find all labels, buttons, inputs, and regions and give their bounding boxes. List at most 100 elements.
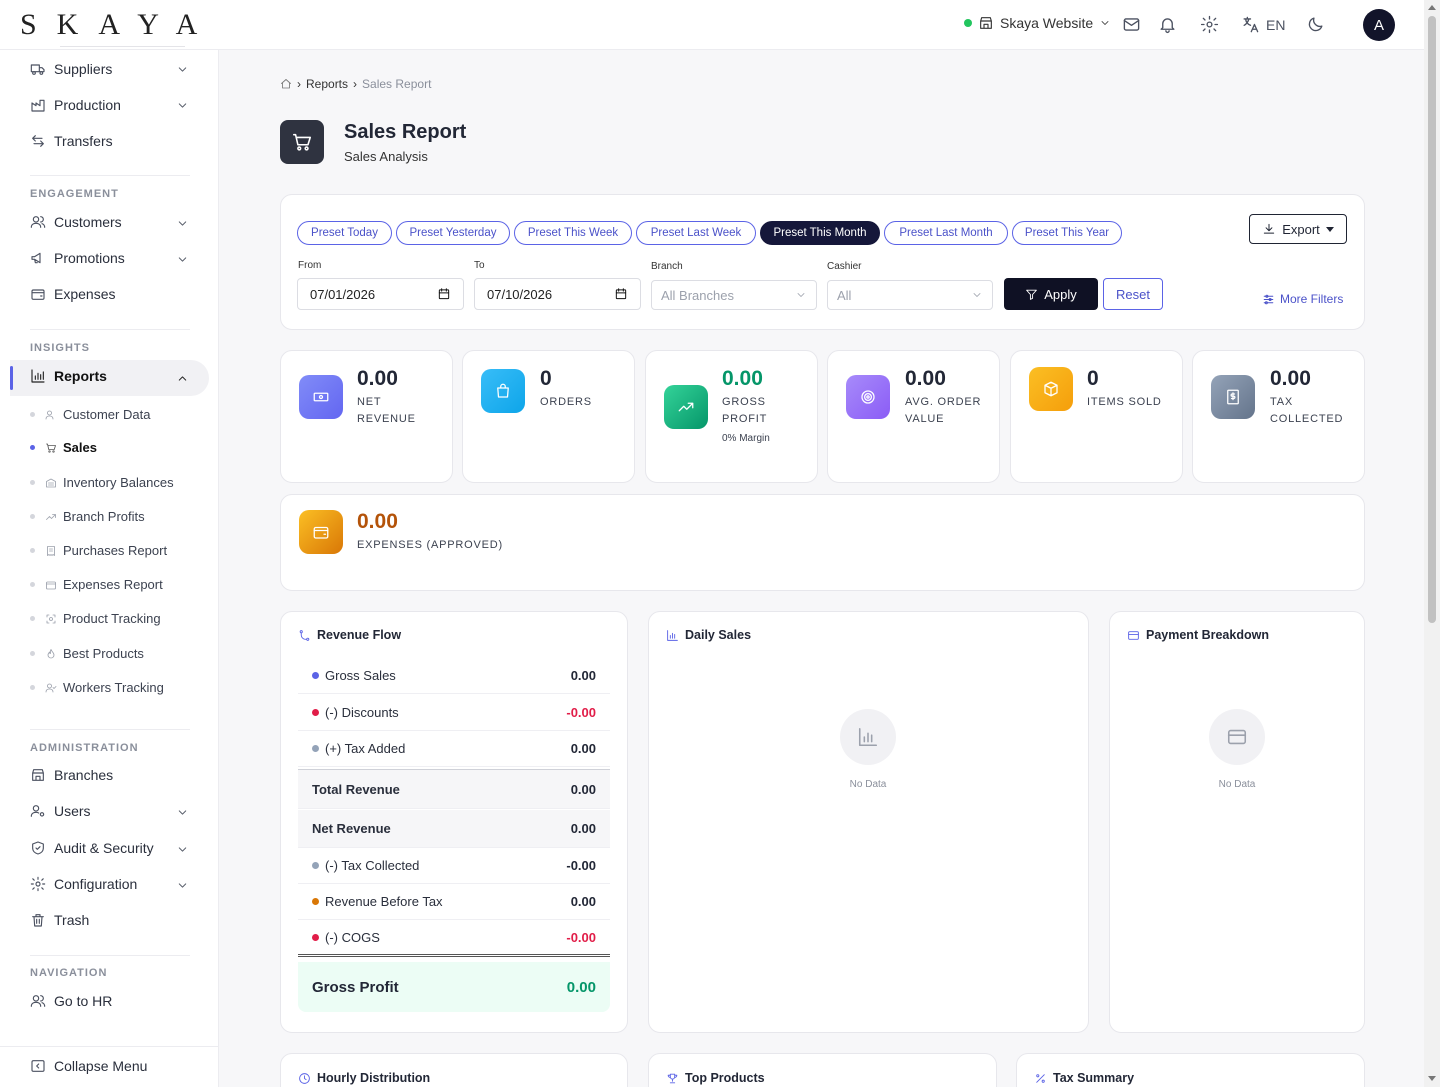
revenue-flow-title: Revenue Flow (298, 628, 401, 642)
sidebar-item-promotions[interactable]: Promotions (30, 250, 125, 266)
export-button[interactable]: Export (1249, 214, 1347, 244)
bell-icon[interactable] (1158, 15, 1177, 34)
sidebar-item-customers[interactable]: Customers (30, 214, 122, 230)
mail-icon[interactable] (1122, 15, 1141, 34)
chevron-down-icon[interactable] (176, 879, 189, 892)
sidebar-sub-expenses-report[interactable]: Expenses Report (30, 577, 163, 592)
store-icon (980, 17, 992, 29)
to-date-input[interactable]: 07/10/2026 (474, 278, 641, 310)
chevron-down-icon[interactable] (176, 99, 189, 112)
more-filters-link[interactable]: More Filters (1262, 292, 1343, 306)
sidebar-sub-customer-data[interactable]: Customer Data (30, 407, 150, 422)
wallet-icon (46, 581, 56, 589)
users-icon (45, 410, 54, 419)
sidebar-sub-best-products[interactable]: Best Products (30, 646, 144, 661)
preset-last-week-button[interactable]: Preset Last Week (636, 221, 756, 245)
section-divider (30, 175, 190, 176)
section-label-administration: ADMINISTRATION (30, 742, 139, 754)
scroll-up-arrow[interactable] (1428, 5, 1436, 10)
language-selector[interactable]: EN (1241, 15, 1285, 34)
calendar-icon[interactable] (614, 287, 628, 301)
sidebar-item-expenses[interactable]: Expenses (30, 286, 115, 302)
stat-label: EXPENSES (APPROVED) (357, 539, 504, 551)
breadcrumb: › Reports › Sales Report (280, 77, 431, 91)
credit-card-icon (1128, 630, 1139, 640)
from-date-input[interactable]: 07/01/2026 (297, 278, 464, 310)
sidebar-sub-sales[interactable]: Sales (30, 440, 97, 455)
empty-state-icon (840, 709, 896, 765)
stat-label: GROSS PROFIT (722, 396, 768, 425)
to-label: To (474, 260, 485, 271)
transfer-arrows-icon (32, 135, 44, 147)
preset-this-year-button[interactable]: Preset This Year (1012, 221, 1122, 245)
sidebar-sub-purchases-report[interactable]: Purchases Report (30, 543, 167, 558)
chevron-down-icon[interactable] (176, 843, 189, 856)
preset-today-button[interactable]: Preset Today (297, 221, 392, 245)
home-icon[interactable] (280, 78, 292, 90)
sidebar-item-reports[interactable]: Reports (30, 368, 107, 384)
sidebar-sub-inventory-balances[interactable]: Inventory Balances (30, 475, 174, 490)
preset-this-month-button[interactable]: Preset This Month (760, 221, 880, 245)
chevron-up-icon[interactable] (176, 372, 189, 385)
section-divider (30, 729, 190, 730)
gear-icon[interactable] (1200, 15, 1219, 34)
chevron-down-icon[interactable] (176, 217, 189, 230)
cart-icon (46, 443, 56, 453)
caret-down-icon (1325, 226, 1334, 232)
apply-button[interactable]: Apply (1004, 278, 1098, 310)
cashier-select[interactable]: All (827, 280, 993, 310)
preset-last-month-button[interactable]: Preset Last Month (884, 221, 1008, 245)
scroll-down-arrow[interactable] (1428, 1076, 1436, 1081)
truck-icon (30, 64, 45, 75)
stat-icon-orders (481, 369, 525, 413)
warehouse-icon (46, 478, 56, 487)
online-status-dot (964, 19, 972, 27)
reset-button[interactable]: Reset (1103, 278, 1163, 310)
sidebar-item-go-to-hr[interactable]: Go to HR (30, 993, 112, 1009)
sidebar-item-users[interactable]: Users (30, 803, 91, 819)
translate-icon (1243, 16, 1259, 33)
sidebar-item-branches[interactable]: Branches (30, 767, 113, 783)
empty-state-text: No Data (1218, 779, 1256, 790)
daily-sales-title: Daily Sales (666, 628, 751, 642)
stat-value: 0.00 (357, 510, 398, 533)
collapse-menu-button[interactable]: Collapse Menu (30, 1058, 147, 1074)
dark-mode-icon[interactable] (1306, 15, 1325, 34)
download-icon (1264, 223, 1275, 234)
scrollbar-thumb[interactable] (1428, 16, 1436, 623)
preset-this-week-button[interactable]: Preset This Week (514, 221, 632, 245)
section-divider (30, 955, 190, 956)
flow-row-total-revenue: Total Revenue 0.00 (298, 769, 610, 809)
tax-summary-title: Tax Summary (1034, 1071, 1134, 1085)
chevron-down-icon[interactable] (176, 63, 189, 76)
breadcrumb-current: Sales Report (362, 77, 432, 91)
flow-row-tax-added: (+) Tax Added 0.00 (298, 731, 610, 767)
chevron-down-icon[interactable] (176, 806, 189, 819)
sidebar-item-configuration[interactable]: Configuration (30, 876, 137, 892)
daily-sales-card (648, 611, 1089, 1033)
store-selector[interactable]: Skaya Website (964, 15, 1111, 31)
sidebar-sub-branch-profits[interactable]: Branch Profits (30, 509, 145, 524)
stat-value: 0.00 (905, 367, 946, 390)
calendar-icon[interactable] (437, 287, 451, 301)
sidebar-item-trash[interactable]: Trash (30, 912, 89, 928)
preset-yesterday-button[interactable]: Preset Yesterday (396, 221, 510, 245)
sidebar-item-audit-security[interactable]: Audit & Security (30, 840, 154, 856)
sidebar-sub-workers-tracking[interactable]: Workers Tracking (30, 680, 164, 695)
branch-label: Branch (651, 261, 683, 272)
avatar[interactable]: A (1363, 9, 1395, 41)
sidebar-sub-product-tracking[interactable]: Product Tracking (30, 611, 161, 626)
breadcrumb-reports[interactable]: Reports (306, 77, 348, 91)
stat-label: ITEMS SOLD (1087, 396, 1162, 408)
stat-value: 0.00 (722, 367, 763, 390)
scan-icon (46, 614, 56, 623)
app-logo[interactable]: SKAYA (20, 8, 217, 42)
sidebar-item-transfers[interactable]: Transfers (30, 133, 113, 149)
chevron-down-icon[interactable] (176, 253, 189, 266)
section-label-navigation: NAVIGATION (30, 967, 108, 979)
sidebar-item-production[interactable]: Production (30, 97, 121, 113)
clock-icon (299, 1072, 310, 1084)
wallet-icon (313, 526, 329, 539)
sidebar-item-suppliers[interactable]: Suppliers (30, 61, 112, 77)
branch-select[interactable]: All Branches (651, 280, 817, 310)
